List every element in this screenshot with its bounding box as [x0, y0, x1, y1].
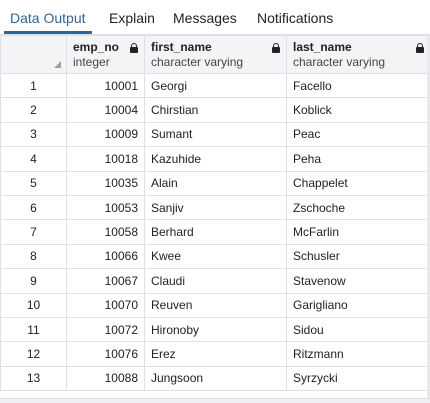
cell-first-name[interactable]: Sanjiv	[144, 194, 287, 221]
cell-emp-no[interactable]: 10035	[66, 170, 145, 196]
cell-last-name[interactable]: Sidou	[286, 316, 430, 343]
cell-first-name[interactable]: Chirstian	[144, 97, 287, 123]
tab-notifications[interactable]: Notifications	[251, 4, 339, 34]
cell-emp-no[interactable]: 10018	[66, 146, 145, 172]
cell-emp-no[interactable]: 10004	[66, 97, 145, 123]
result-tabs: Data Output Explain Messages Notificatio…	[0, 4, 430, 35]
row-number[interactable]: 10	[0, 292, 67, 318]
row-number[interactable]: 2	[0, 97, 67, 123]
column-header-emp-no[interactable]: emp_no integer	[66, 35, 145, 74]
cell-first-name[interactable]: Georgi	[144, 72, 287, 99]
row-number[interactable]: 1	[0, 72, 67, 99]
cell-first-name[interactable]: Claudi	[144, 268, 287, 294]
table-row[interactable]: 5 10035 Alain Chappelet	[0, 170, 430, 196]
cell-last-name[interactable]: Chappelet	[286, 170, 430, 196]
column-name: emp_no	[73, 40, 120, 54]
table-row[interactable]: 9 10067 Claudi Stavenow	[0, 268, 430, 294]
horizontal-scrollbar[interactable]	[0, 398, 430, 403]
row-number[interactable]: 4	[0, 146, 67, 172]
tab-messages[interactable]: Messages	[167, 4, 243, 34]
cell-last-name[interactable]: Peha	[286, 146, 430, 172]
column-header-last-name[interactable]: last_name character varying	[286, 35, 430, 74]
cell-emp-no[interactable]: 10066	[66, 243, 145, 270]
cell-last-name[interactable]: McFarlin	[286, 219, 430, 245]
header-row: emp_no integer first_name character vary…	[0, 35, 430, 74]
table-row[interactable]: 2 10004 Chirstian Koblick	[0, 97, 430, 123]
cell-emp-no[interactable]: 10058	[66, 219, 145, 245]
table-row[interactable]: 7 10058 Berhard McFarlin	[0, 219, 430, 245]
table-row[interactable]: 6 10053 Sanjiv Zschoche	[0, 194, 430, 221]
cell-first-name[interactable]: Kazuhide	[144, 146, 287, 172]
cell-last-name[interactable]: Peac	[286, 121, 430, 148]
lock-icon	[416, 43, 424, 53]
cell-last-name[interactable]: Koblick	[286, 97, 430, 123]
cell-last-name[interactable]: Stavenow	[286, 268, 430, 294]
cell-emp-no[interactable]: 10001	[66, 72, 145, 99]
cell-first-name[interactable]: Alain	[144, 170, 287, 196]
cell-first-name[interactable]: Erez	[144, 341, 287, 367]
column-type: integer	[73, 55, 110, 69]
cell-first-name[interactable]: Kwee	[144, 243, 287, 270]
table-row[interactable]: 12 10076 Erez Ritzmann	[0, 341, 430, 367]
row-number[interactable]: 11	[0, 316, 67, 343]
table-row[interactable]: 1 10001 Georgi Facello	[0, 72, 430, 99]
tab-data-output[interactable]: Data Output	[4, 4, 92, 34]
row-number[interactable]: 13	[0, 365, 67, 392]
cell-last-name[interactable]: Zschoche	[286, 194, 430, 221]
cell-last-name[interactable]: Ritzmann	[286, 341, 430, 367]
cell-first-name[interactable]: Jungsoon	[144, 365, 287, 392]
cell-emp-no[interactable]: 10009	[66, 121, 145, 148]
column-type: character varying	[151, 55, 244, 69]
table-row[interactable]: 11 10072 Hironoby Sidou	[0, 316, 430, 343]
table-row[interactable]: 3 10009 Sumant Peac	[0, 121, 430, 148]
cell-first-name[interactable]: Berhard	[144, 219, 287, 245]
cell-emp-no[interactable]: 10067	[66, 268, 145, 294]
cell-emp-no[interactable]: 10076	[66, 341, 145, 367]
lock-icon	[272, 43, 280, 53]
row-number[interactable]: 7	[0, 219, 67, 245]
column-name: first_name	[151, 40, 212, 54]
cell-emp-no[interactable]: 10072	[66, 316, 145, 343]
cell-first-name[interactable]: Hironoby	[144, 316, 287, 343]
cell-emp-no[interactable]: 10088	[66, 365, 145, 392]
table-row[interactable]: 13 10088 Jungsoon Syrzycki	[0, 365, 430, 392]
data-output-grid: emp_no integer first_name character vary…	[0, 35, 430, 392]
select-all-corner[interactable]	[0, 35, 67, 74]
table-row[interactable]: 8 10066 Kwee Schusler	[0, 243, 430, 270]
cell-last-name[interactable]: Garigliano	[286, 292, 430, 318]
cell-emp-no[interactable]: 10070	[66, 292, 145, 318]
cell-first-name[interactable]: Sumant	[144, 121, 287, 148]
table-row[interactable]: 10 10070 Reuven Garigliano	[0, 292, 430, 318]
cell-first-name[interactable]: Reuven	[144, 292, 287, 318]
lock-icon	[130, 43, 138, 53]
column-name: last_name	[293, 40, 352, 54]
row-number[interactable]: 6	[0, 194, 67, 221]
cell-last-name[interactable]: Facello	[286, 72, 430, 99]
column-header-first-name[interactable]: first_name character varying	[144, 35, 287, 74]
cell-last-name[interactable]: Syrzycki	[286, 365, 430, 392]
cell-last-name[interactable]: Schusler	[286, 243, 430, 270]
corner-triangle-icon	[54, 61, 61, 68]
tab-explain[interactable]: Explain	[103, 4, 161, 34]
row-number[interactable]: 8	[0, 243, 67, 270]
cell-emp-no[interactable]: 10053	[66, 194, 145, 221]
row-number[interactable]: 3	[0, 121, 67, 148]
row-number[interactable]: 5	[0, 170, 67, 196]
column-type: character varying	[293, 55, 386, 69]
row-number[interactable]: 9	[0, 268, 67, 294]
table-row[interactable]: 4 10018 Kazuhide Peha	[0, 146, 430, 172]
row-number[interactable]: 12	[0, 341, 67, 367]
